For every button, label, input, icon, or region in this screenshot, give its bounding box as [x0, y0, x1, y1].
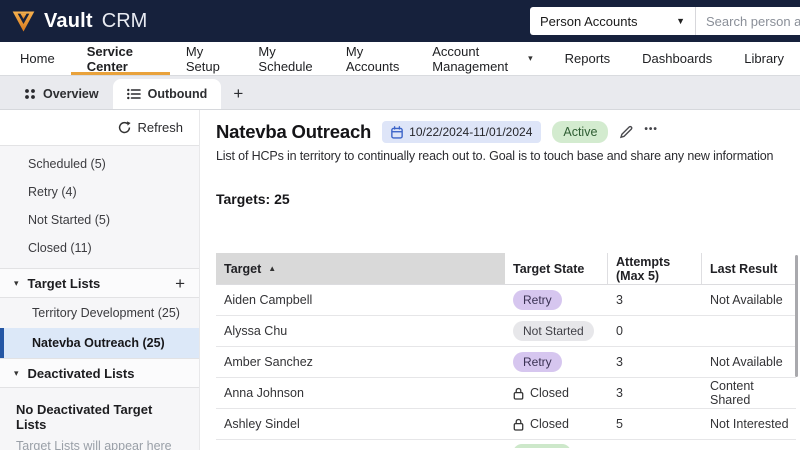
- nav-item-library[interactable]: Library: [728, 42, 800, 75]
- attempts-value: 3: [616, 355, 623, 369]
- ellipsis-icon: •••: [644, 124, 658, 135]
- edit-button[interactable]: [619, 125, 633, 139]
- title-row: Natevba Outreach 10/22/2024-11/01/2024 A…: [216, 119, 796, 145]
- section-header-target-lists[interactable]: ▾ Target Lists +: [0, 268, 199, 298]
- target-state-text: Closed: [530, 386, 569, 400]
- dropdown-caret-icon: ▼: [676, 16, 685, 26]
- table-row-partial[interactable]: [216, 440, 796, 448]
- refresh-button[interactable]: Refresh: [118, 120, 183, 135]
- scrollbar[interactable]: [795, 255, 798, 377]
- plus-icon: +: [233, 84, 244, 103]
- last-result-value: Not Available: [710, 293, 783, 307]
- attempts-value: 0: [616, 324, 623, 338]
- table-row[interactable]: Ashley Sindel Closed 5 Not Interested: [216, 409, 796, 440]
- list-icon: [126, 88, 141, 100]
- status-pill: [513, 444, 571, 448]
- sidebar-item-retry[interactable]: Retry (4): [0, 178, 199, 206]
- list-description: List of HCPs in territory to continually…: [216, 149, 774, 163]
- nav-item-home[interactable]: Home: [4, 42, 71, 75]
- last-result-value: Content Shared: [710, 379, 754, 407]
- sidebar: Refresh Scheduled (5) Retry (4) Not Star…: [0, 110, 200, 450]
- nav-item-my-setup[interactable]: My Setup: [170, 42, 243, 75]
- sidebar-item-not-started[interactable]: Not Started (5): [0, 206, 199, 234]
- global-search: Person Accounts ▼: [530, 7, 800, 35]
- status-pill: Retry: [513, 290, 562, 310]
- column-header-last-result[interactable]: Last Result: [702, 253, 796, 284]
- nav-item-reports[interactable]: Reports: [549, 42, 627, 75]
- last-result-value: Not Interested: [710, 417, 789, 431]
- nav-item-account-management[interactable]: Account Management ▾: [416, 42, 548, 75]
- status-filter-list: Scheduled (5) Retry (4) Not Started (5) …: [0, 146, 199, 268]
- brand-vault: Vault: [44, 9, 93, 32]
- nav-item-dashboards[interactable]: Dashboards: [626, 42, 728, 75]
- status-pill: Not Started: [513, 321, 594, 341]
- nav-item-my-schedule[interactable]: My Schedule: [242, 42, 329, 75]
- sort-ascending-icon: ▲: [268, 264, 277, 273]
- section-header-deactivated-lists[interactable]: ▾ Deactivated Lists: [0, 358, 199, 388]
- veeva-v-logo-icon: [10, 9, 37, 34]
- lock-icon: [513, 418, 524, 431]
- targets-count: Targets: 25: [216, 191, 290, 207]
- pencil-icon: [619, 125, 633, 139]
- search-input[interactable]: [696, 7, 800, 35]
- calendar-icon: [391, 125, 403, 139]
- collapse-triangle-icon: ▾: [14, 277, 19, 288]
- table-row[interactable]: Alyssa Chu Not Started 0: [216, 316, 796, 347]
- target-name: Alyssa Chu: [224, 324, 288, 338]
- brand: Vault CRM: [10, 9, 147, 34]
- topbar: Vault CRM Person Accounts ▼: [0, 0, 800, 42]
- attempts-value: 3: [616, 386, 623, 400]
- sidebar-item-closed[interactable]: Closed (11): [0, 234, 199, 262]
- attempts-value: 5: [616, 417, 623, 431]
- collapse-triangle-icon: ▾: [14, 367, 19, 378]
- target-state-text: Closed: [530, 417, 569, 431]
- brand-crm: CRM: [101, 9, 148, 32]
- status-badge: Active: [552, 121, 609, 143]
- date-range-badge[interactable]: 10/22/2024-11/01/2024: [382, 121, 542, 143]
- tab-overview[interactable]: Overview: [10, 79, 113, 109]
- target-name: Aiden Campbell: [224, 293, 313, 307]
- page-title: Natevba Outreach: [216, 121, 372, 142]
- main-nav: Home Service Center My Setup My Schedule…: [0, 42, 800, 76]
- tab-outbound[interactable]: Outbound: [112, 79, 222, 109]
- chevron-down-icon: ▾: [528, 53, 533, 63]
- more-actions-button[interactable]: •••: [644, 125, 658, 136]
- attempts-value: 3: [616, 293, 623, 307]
- table-row[interactable]: Anna Johnson Closed 3 Content Shared: [216, 378, 796, 409]
- targets-table: Target ▲ Target State Attempts (Max 5) L…: [216, 253, 796, 448]
- deactivated-empty-state: No Deactivated Target Lists Target Lists…: [0, 388, 199, 450]
- target-name: Anna Johnson: [224, 386, 304, 400]
- last-result-value: Not Available: [710, 355, 783, 369]
- grid-dots-icon: [24, 88, 36, 100]
- status-pill: Retry: [513, 352, 562, 372]
- main-panel: Natevba Outreach 10/22/2024-11/01/2024 A…: [200, 110, 800, 450]
- empty-state-title: No Deactivated Target Lists: [16, 402, 153, 432]
- add-target-list-button[interactable]: +: [175, 275, 185, 292]
- sidebar-item-scheduled[interactable]: Scheduled (5): [0, 150, 199, 178]
- refresh-icon: [118, 121, 132, 134]
- table-row[interactable]: Amber Sanchez Retry 3 Not Available: [216, 347, 796, 378]
- sidebar-item-territory-development[interactable]: Territory Development (25): [0, 298, 199, 328]
- nav-item-my-accounts[interactable]: My Accounts: [330, 42, 416, 75]
- object-selector-dropdown[interactable]: Person Accounts ▼: [530, 7, 696, 35]
- table-row[interactable]: Aiden Campbell Retry 3 Not Available: [216, 285, 796, 316]
- column-header-attempts[interactable]: Attempts (Max 5): [608, 253, 702, 284]
- nav-item-service-center[interactable]: Service Center: [70, 42, 170, 75]
- add-tab-button[interactable]: +: [221, 79, 255, 109]
- sidebar-item-natevba-outreach[interactable]: Natevba Outreach (25): [0, 328, 199, 358]
- target-name: Ashley Sindel: [224, 417, 300, 431]
- object-selector-value: Person Accounts: [540, 13, 638, 29]
- refresh-row: Refresh: [0, 110, 199, 146]
- date-range-text: 10/22/2024-11/01/2024: [409, 125, 533, 139]
- column-header-target[interactable]: Target ▲: [216, 253, 505, 284]
- table-header: Target ▲ Target State Attempts (Max 5) L…: [216, 253, 796, 285]
- tab-strip: Overview Outbound +: [0, 76, 800, 110]
- lock-icon: [513, 387, 524, 400]
- column-header-target-state[interactable]: Target State: [505, 253, 608, 284]
- empty-state-body: Target Lists will appear here once deact…: [16, 439, 172, 450]
- target-name: Amber Sanchez: [224, 355, 313, 369]
